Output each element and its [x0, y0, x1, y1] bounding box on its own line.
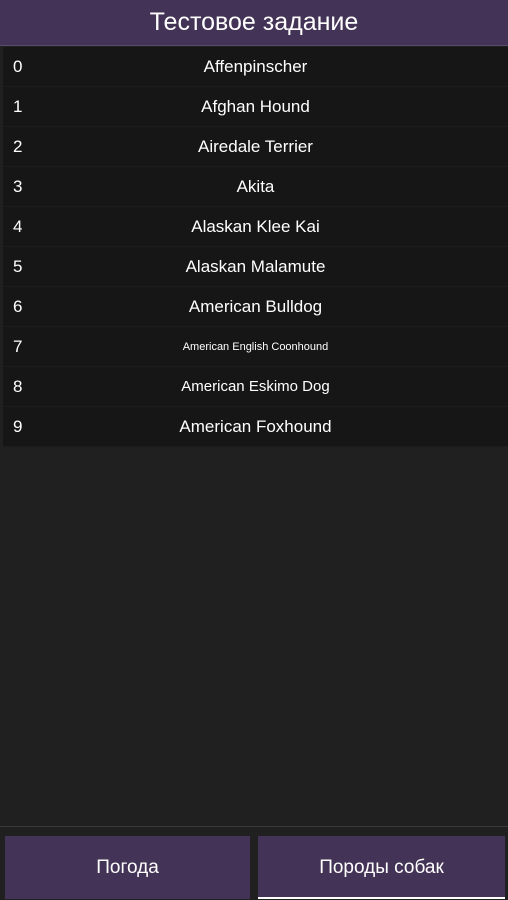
list-item-name: American Eskimo Dog — [181, 378, 330, 395]
tab-weather-label: Погода — [96, 856, 159, 878]
list-item[interactable]: 1 Afghan Hound — [3, 87, 508, 127]
list-item[interactable]: 0 Affenpinscher — [3, 47, 508, 87]
list-item[interactable]: 6 American Bulldog — [3, 287, 508, 327]
bottom-navigation: Погода Породы собак — [0, 826, 508, 900]
list-item[interactable]: 9 American Foxhound — [3, 407, 508, 447]
breed-list[interactable]: 0 Affenpinscher 1 Afghan Hound 2 Airedal… — [3, 47, 508, 447]
tab-dog-breeds[interactable]: Породы собак — [258, 836, 505, 899]
list-item-name: American English Coonhound — [182, 341, 329, 353]
list-item-name: Akita — [236, 177, 275, 196]
list-item[interactable]: 7 American English Coonhound — [3, 327, 508, 367]
list-item-name: American Bulldog — [188, 297, 323, 316]
list-item[interactable]: 8 American Eskimo Dog — [3, 367, 508, 407]
page-title: Тестовое задание — [149, 8, 359, 36]
list-item[interactable]: 3 Akita — [3, 167, 508, 207]
list-item-name: Affenpinscher — [203, 57, 308, 76]
tab-dog-breeds-label: Породы собак — [319, 856, 444, 878]
list-item-name: Afghan Hound — [201, 97, 310, 116]
list-item[interactable]: 2 Airedale Terrier — [3, 127, 508, 167]
title-bar: Тестовое задание — [0, 0, 508, 46]
list-item[interactable]: 4 Alaskan Klee Kai — [3, 207, 508, 247]
list-item-name: Alaskan Klee Kai — [191, 217, 320, 236]
list-item-name: Alaskan Malamute — [185, 257, 326, 276]
tab-weather[interactable]: Погода — [5, 836, 250, 899]
list-item[interactable]: 5 Alaskan Malamute — [3, 247, 508, 287]
list-item-name: Airedale Terrier — [198, 137, 313, 156]
active-tab-indicator — [258, 897, 505, 899]
list-item-name: American Foxhound — [179, 417, 332, 436]
app-window: Тестовое задание 0 Affenpinscher 1 Afgha… — [0, 0, 508, 900]
